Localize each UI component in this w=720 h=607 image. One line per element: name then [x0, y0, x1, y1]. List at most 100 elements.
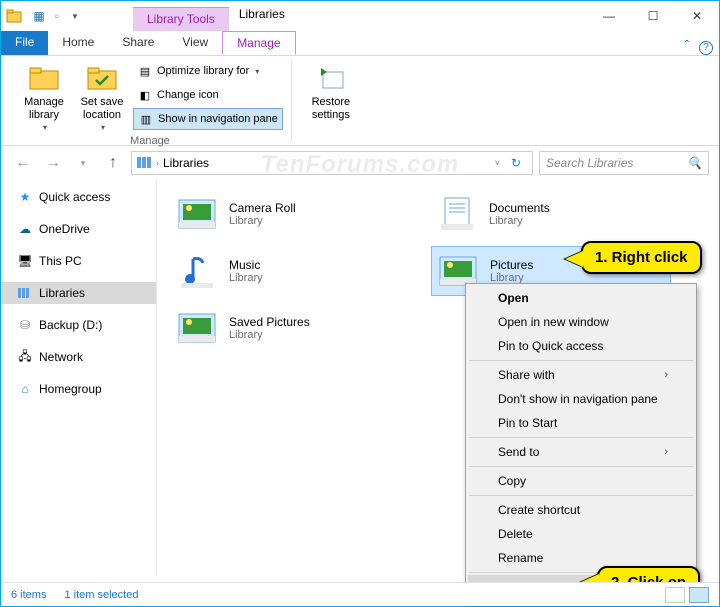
- context-menu: Open Open in new window Pin to Quick acc…: [465, 283, 697, 602]
- documents-library-icon: [435, 194, 479, 234]
- library-camera-roll[interactable]: Camera RollLibrary: [171, 190, 411, 238]
- address-bar-row: ← → ▾ ↑ › Libraries ˅ ↻ Search Libraries…: [1, 146, 719, 180]
- pc-icon: 🖥: [17, 253, 33, 269]
- sidebar-label: Quick access: [39, 190, 110, 204]
- library-name: Pictures: [490, 258, 533, 272]
- help-icon[interactable]: ˆ: [675, 37, 699, 55]
- window-title: Libraries: [229, 1, 587, 31]
- menu-copy[interactable]: Copy: [468, 469, 694, 493]
- maximize-button[interactable]: ☐: [631, 1, 675, 31]
- close-button[interactable]: ✕: [675, 1, 719, 31]
- help-question-icon[interactable]: ?: [699, 41, 713, 55]
- menu-dont-show-nav[interactable]: Don't show in navigation pane: [468, 387, 694, 411]
- restore-settings-button[interactable]: Restore settings: [304, 60, 358, 123]
- library-type: Library: [229, 329, 310, 341]
- library-documents[interactable]: DocumentsLibrary: [431, 190, 671, 238]
- optimize-library-button[interactable]: ▤ Optimize library for▾: [133, 60, 283, 82]
- optimize-label: Optimize library for: [157, 65, 249, 77]
- title-bar: ▦ ▫ ▼ Library Tools Libraries — ☐ ✕: [1, 1, 719, 31]
- breadcrumb-libraries[interactable]: Libraries: [163, 156, 209, 170]
- library-name: Saved Pictures: [229, 315, 310, 329]
- forward-button[interactable]: →: [41, 151, 65, 175]
- sidebar-label: This PC: [39, 254, 82, 268]
- tab-file[interactable]: File: [1, 31, 48, 55]
- menu-delete[interactable]: Delete: [468, 522, 694, 546]
- restore-icon: [315, 62, 347, 94]
- up-button[interactable]: ↑: [101, 151, 125, 175]
- folder-check-icon: [86, 62, 118, 94]
- network-icon: 🖧: [17, 349, 33, 365]
- menu-send-to[interactable]: Send to›: [468, 440, 694, 464]
- restore-label: Restore settings: [306, 96, 356, 121]
- music-library-icon: [175, 251, 219, 291]
- sidebar-item-onedrive[interactable]: ☁ OneDrive: [1, 218, 156, 240]
- ribbon-tab-row: File Home Share View Manage ˆ ?: [1, 31, 719, 56]
- address-dropdown-icon[interactable]: ˅: [495, 158, 500, 168]
- navpane-icon: ▥: [138, 111, 154, 127]
- sidebar-item-backup[interactable]: ⛁ Backup (D:): [1, 314, 156, 336]
- minimize-button[interactable]: —: [587, 1, 631, 31]
- show-in-nav-pane-button[interactable]: ▥ Show in navigation pane: [133, 108, 283, 130]
- sidebar-item-libraries[interactable]: Libraries: [1, 282, 156, 304]
- quick-access-toolbar: ▦ ▫ ▼: [25, 8, 89, 24]
- tab-manage[interactable]: Manage: [222, 31, 295, 55]
- optimize-icon: ▤: [137, 63, 153, 79]
- address-bar[interactable]: › Libraries ˅ ↻: [131, 151, 533, 175]
- status-selected-count: 1 item selected: [64, 589, 138, 601]
- back-button[interactable]: ←: [11, 151, 35, 175]
- library-name: Music: [229, 258, 263, 272]
- homegroup-icon: ⌂: [17, 381, 33, 397]
- qat-properties-icon[interactable]: ▦: [31, 8, 47, 24]
- callout-right-click: 1. Right click: [581, 241, 702, 274]
- search-placeholder: Search Libraries: [546, 156, 633, 170]
- search-icon: 🔍: [687, 156, 702, 170]
- view-details-button[interactable]: [665, 587, 685, 603]
- sidebar-label: Backup (D:): [39, 318, 102, 332]
- view-tiles-button[interactable]: [689, 587, 709, 603]
- sidebar-label: OneDrive: [39, 222, 90, 236]
- menu-open[interactable]: Open: [468, 286, 694, 310]
- libraries-icon: [17, 285, 33, 301]
- refresh-button[interactable]: ↻: [504, 156, 528, 170]
- menu-create-shortcut[interactable]: Create shortcut: [468, 498, 694, 522]
- manage-library-button[interactable]: Manage library ▾: [17, 60, 71, 134]
- library-music[interactable]: MusicLibrary: [171, 246, 411, 296]
- sidebar-item-this-pc[interactable]: 🖥 This PC: [1, 250, 156, 272]
- tab-view[interactable]: View: [168, 31, 222, 55]
- set-save-label: Set save location: [77, 96, 127, 121]
- sidebar-item-quick-access[interactable]: ★ Quick access: [1, 186, 156, 208]
- picture-library-icon: [175, 194, 219, 234]
- change-icon-icon: ◧: [137, 87, 153, 103]
- tab-home[interactable]: Home: [48, 31, 108, 55]
- qat-dropdown-icon[interactable]: ▼: [67, 8, 83, 24]
- menu-pin-quick-access[interactable]: Pin to Quick access: [468, 334, 694, 358]
- cloud-icon: ☁: [17, 221, 33, 237]
- sidebar-label: Libraries: [39, 286, 85, 300]
- sidebar-item-homegroup[interactable]: ⌂ Homegroup: [1, 378, 156, 400]
- chevron-right-icon: ›: [664, 369, 668, 381]
- library-saved-pictures[interactable]: Saved PicturesLibrary: [171, 304, 411, 352]
- set-save-location-button[interactable]: Set save location ▾: [75, 60, 129, 134]
- folder-icon: [28, 62, 60, 94]
- library-name: Documents: [489, 201, 550, 215]
- contextual-tab-label: Library Tools: [133, 7, 229, 31]
- chevron-right-icon[interactable]: ›: [156, 158, 159, 168]
- menu-share-with[interactable]: Share with›: [468, 363, 694, 387]
- library-type: Library: [489, 215, 550, 227]
- drive-icon: ⛁: [17, 317, 33, 333]
- recent-locations-button[interactable]: ▾: [71, 151, 95, 175]
- ribbon-group-manage-label: Manage: [130, 134, 170, 148]
- change-icon-label: Change icon: [157, 89, 219, 101]
- sidebar-item-network[interactable]: 🖧 Network: [1, 346, 156, 368]
- tab-share[interactable]: Share: [108, 31, 168, 55]
- library-type: Library: [229, 215, 296, 227]
- search-box[interactable]: Search Libraries 🔍: [539, 151, 709, 175]
- library-type: Library: [229, 272, 263, 284]
- menu-pin-start[interactable]: Pin to Start: [468, 411, 694, 435]
- qat-new-folder-icon[interactable]: ▫: [49, 8, 65, 24]
- chevron-right-icon: ›: [664, 446, 668, 458]
- change-icon-button[interactable]: ◧ Change icon: [133, 84, 283, 106]
- manage-library-label: Manage library: [19, 96, 69, 121]
- library-name: Camera Roll: [229, 201, 296, 215]
- menu-open-new-window[interactable]: Open in new window: [468, 310, 694, 334]
